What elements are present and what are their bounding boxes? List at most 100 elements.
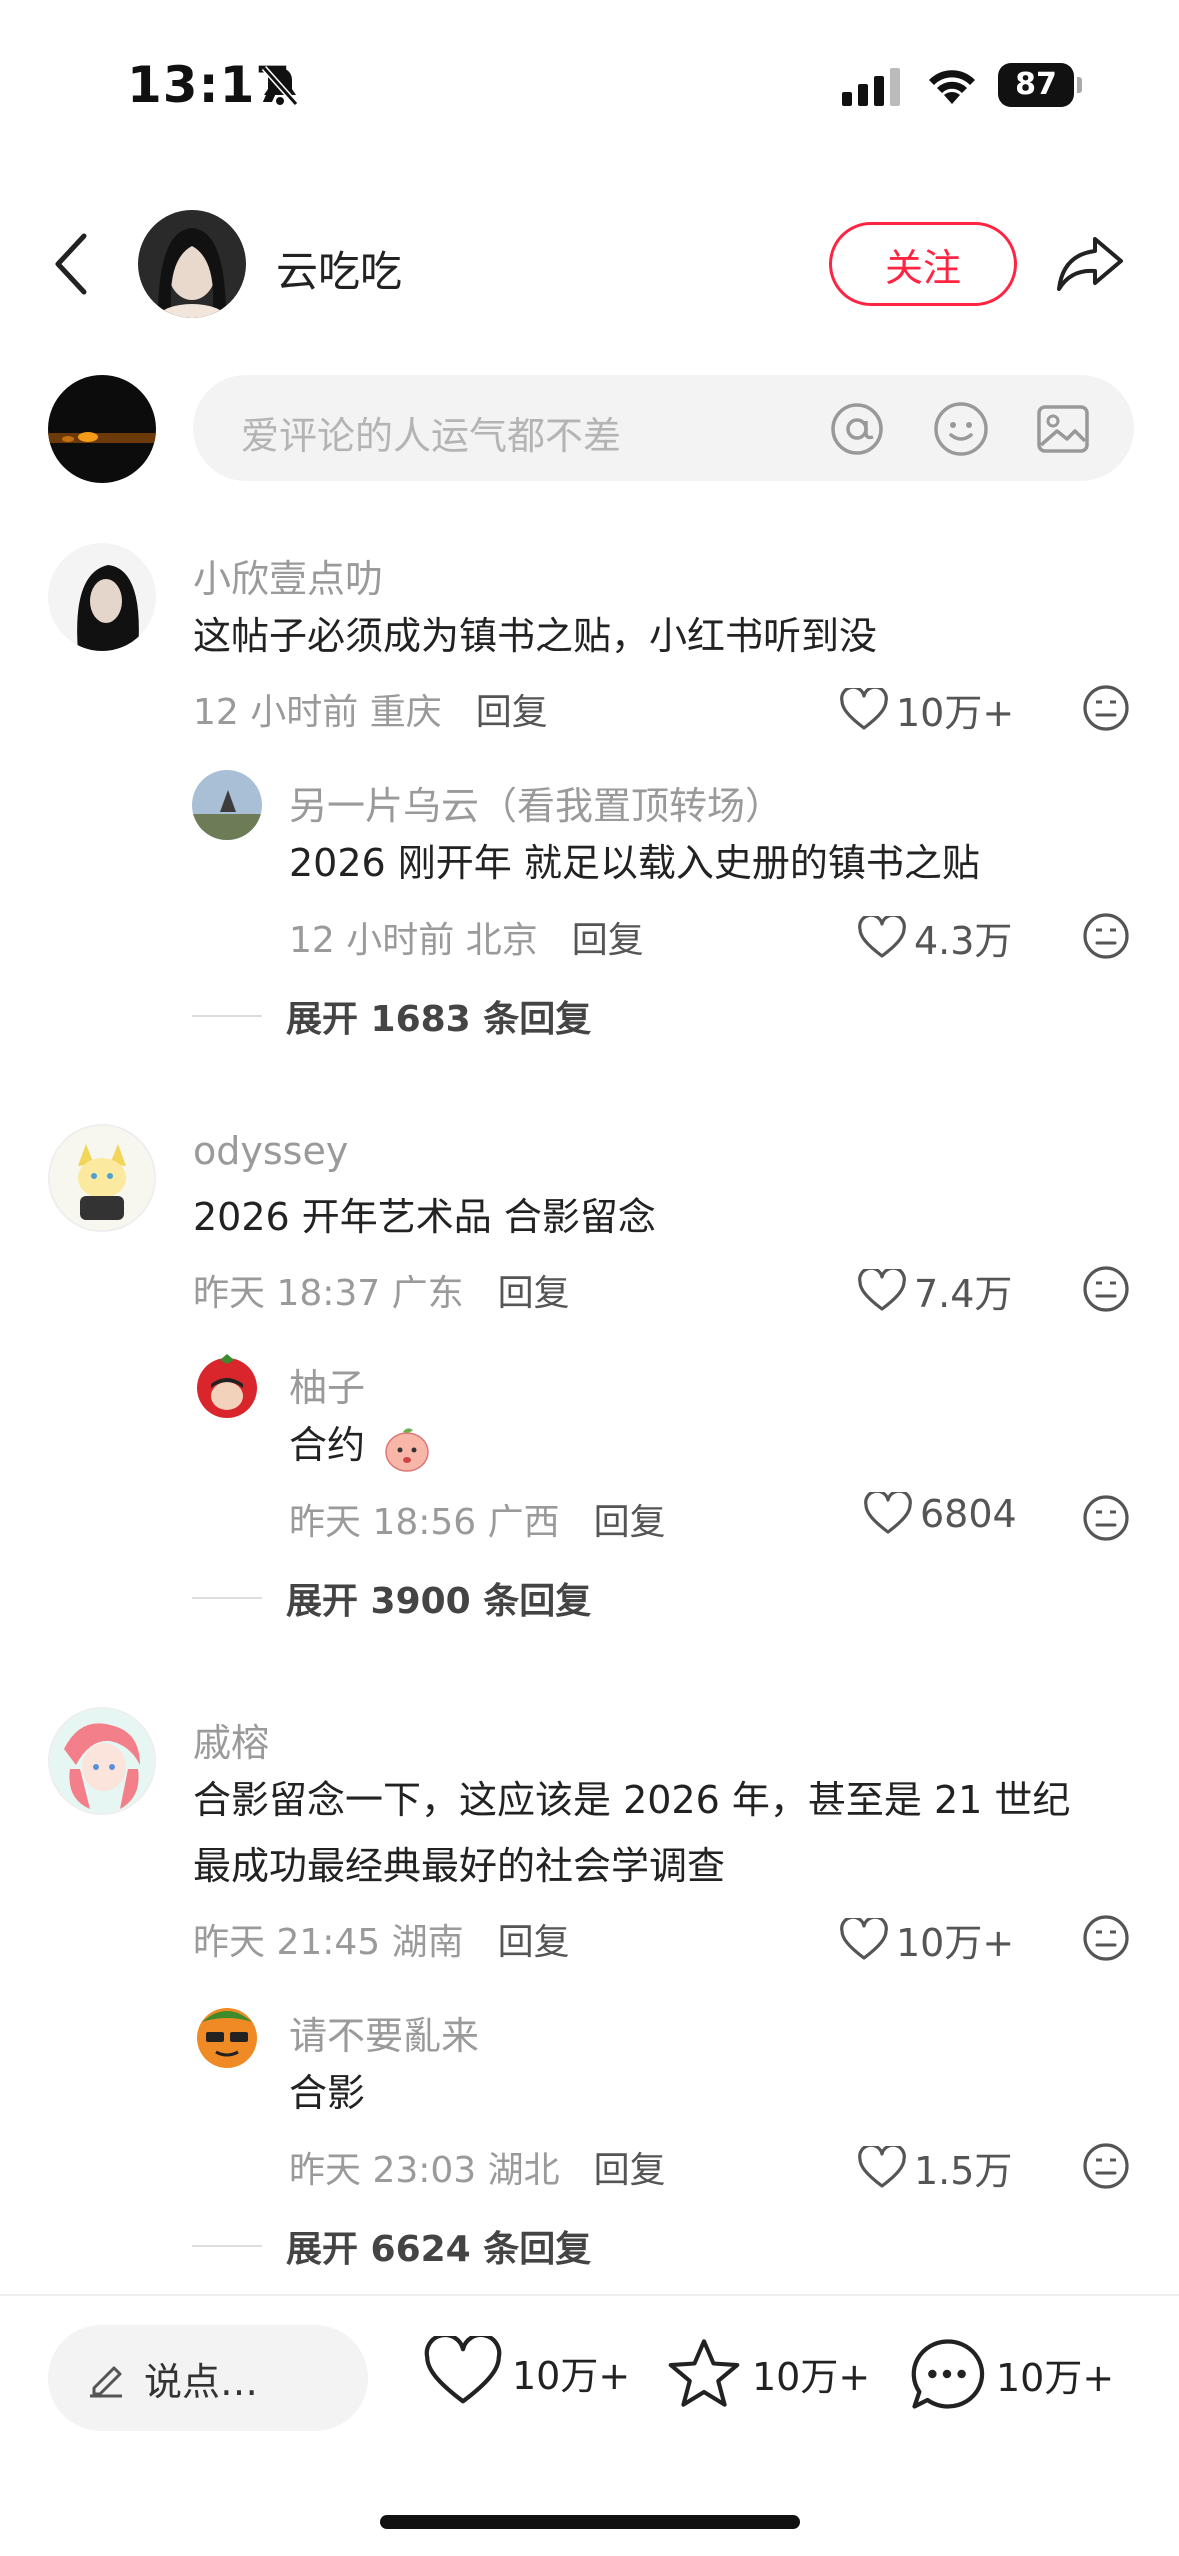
commenter-avatar[interactable] — [48, 1124, 156, 1232]
cellular-signal-icon — [842, 66, 906, 106]
dislike-icon[interactable] — [1082, 912, 1130, 960]
like-count: 4.3万 — [914, 919, 1013, 963]
expand-divider — [192, 1015, 262, 1017]
reply-button[interactable]: 回复 — [476, 692, 548, 733]
dislike-icon[interactable] — [1082, 1265, 1130, 1313]
battery-icon: 87 — [998, 63, 1082, 107]
post-collect-button[interactable]: 10万+ — [666, 2336, 870, 2410]
dislike-icon[interactable] — [1082, 1914, 1130, 1962]
post-like-button[interactable]: 10万+ — [424, 2336, 630, 2408]
author-avatar[interactable] — [138, 210, 246, 318]
reply-button[interactable]: 回复 — [498, 1922, 570, 1963]
expand-replies-label: 展开 6624 条回复 — [286, 2229, 592, 2270]
reply-time-location: 12 小时前 北京 — [289, 920, 538, 961]
back-button[interactable] — [40, 230, 104, 298]
reply-author-name[interactable]: 柚子 — [289, 1357, 365, 1412]
post-comment-button[interactable]: 10万+ — [908, 2336, 1114, 2412]
heart-icon — [840, 1917, 888, 1960]
comment-text: 2026 开年艺术品 合影留念 — [193, 1195, 656, 1239]
like-count: 1.5万 — [914, 2149, 1013, 2193]
reply-text-content: 合约 — [289, 1423, 366, 1467]
commenter-name[interactable]: 戚榕 — [193, 1712, 269, 1767]
pencil-icon — [90, 2366, 122, 2398]
commenter-avatar[interactable] — [48, 1707, 156, 1815]
reply-text: 合约 — [289, 1412, 433, 1478]
bottom-bar-divider — [0, 2294, 1179, 2296]
expand-divider — [192, 2245, 262, 2247]
reply-author-name[interactable]: 请不要亂来 — [289, 2005, 479, 2060]
dislike-icon[interactable] — [1082, 2142, 1130, 2190]
like-button[interactable]: 7.4万 — [858, 1263, 1012, 1318]
reply-meta: 12 小时前 北京 回复 — [289, 911, 644, 963]
like-button[interactable]: 6804 — [864, 1492, 1017, 1536]
reply-button[interactable]: 回复 — [594, 2150, 666, 2191]
reply-author-name[interactable]: 另一片乌云（看我置顶转场） — [289, 775, 783, 830]
reply-avatar[interactable] — [192, 2000, 262, 2070]
emoji-icon[interactable] — [933, 401, 989, 457]
bell-muted-icon — [256, 62, 304, 110]
post-collect-count: 10万+ — [752, 2354, 871, 2399]
comment-meta: 12 小时前 重庆 回复 — [193, 683, 548, 735]
expand-replies-label: 展开 1683 条回复 — [286, 999, 592, 1040]
post-header: 云吃吃 关注 — [0, 200, 1179, 330]
heart-icon — [864, 1492, 912, 1534]
expand-replies-button[interactable]: 展开 3900 条回复 — [192, 1572, 591, 1624]
comment-time-location: 昨天 18:37 广东 — [193, 1273, 464, 1314]
like-button[interactable]: 10万+ — [840, 682, 1014, 737]
expand-divider — [192, 1597, 262, 1599]
heart-icon — [424, 2336, 502, 2404]
post-comment-count: 10万+ — [996, 2355, 1115, 2400]
heart-icon — [858, 915, 906, 958]
reply-avatar[interactable] — [192, 1352, 262, 1422]
comment-meta: 昨天 18:37 广东 回复 — [193, 1264, 570, 1316]
reply-button[interactable]: 回复 — [572, 920, 644, 961]
reply-time-location: 昨天 18:56 广西 — [289, 1502, 560, 1543]
reply-meta: 昨天 18:56 广西 回复 — [289, 1493, 666, 1545]
expand-replies-button[interactable]: 展开 1683 条回复 — [192, 990, 591, 1042]
reply-text: 2026 刚开年 就足以载入史册的镇书之贴 — [289, 841, 980, 885]
dislike-icon[interactable] — [1082, 684, 1130, 732]
reply-button[interactable]: 回复 — [594, 1502, 666, 1543]
like-count: 7.4万 — [914, 1272, 1013, 1316]
post-like-count: 10万+ — [512, 2353, 631, 2398]
comment-time-location: 12 小时前 重庆 — [193, 692, 442, 733]
expand-replies-label: 展开 3900 条回复 — [286, 1581, 592, 1622]
comment-text-line2: 最成功最经典最好的社会学调查 — [193, 1844, 726, 1888]
comment-meta: 昨天 21:45 湖南 回复 — [193, 1913, 570, 1965]
commenter-name[interactable]: 小欣壹点叻 — [193, 548, 383, 603]
like-button[interactable]: 1.5万 — [858, 2140, 1012, 2195]
share-button[interactable] — [1052, 228, 1128, 298]
commenter-avatar[interactable] — [48, 543, 156, 651]
heart-icon — [840, 687, 888, 730]
like-button[interactable]: 4.3万 — [858, 910, 1012, 965]
follow-button[interactable]: 关注 — [829, 222, 1017, 306]
dislike-icon[interactable] — [1082, 1494, 1130, 1542]
share-icon — [1057, 237, 1123, 291]
wifi-icon — [924, 60, 980, 106]
image-icon[interactable] — [1035, 401, 1091, 457]
comment-input[interactable]: 爱评论的人运气都不差 — [193, 375, 1134, 481]
author-name[interactable]: 云吃吃 — [276, 238, 402, 299]
commenter-name[interactable]: odyssey — [193, 1129, 348, 1173]
comment-text: 这帖子必须成为镇书之贴，小红书听到没 — [193, 614, 878, 658]
expand-replies-button[interactable]: 展开 6624 条回复 — [192, 2220, 591, 2272]
battery-level: 87 — [998, 63, 1074, 107]
star-icon — [668, 2339, 740, 2407]
reply-text: 合影 — [289, 2071, 366, 2115]
my-avatar — [48, 375, 156, 483]
like-button[interactable]: 10万+ — [840, 1912, 1014, 1967]
like-count: 10万+ — [896, 1921, 1015, 1965]
comment-text-line1: 合影留念一下，这应该是 2026 年，甚至是 21 世纪 — [193, 1778, 1071, 1822]
chevron-left-icon — [55, 233, 87, 295]
reply-time-location: 昨天 23:03 湖北 — [289, 2150, 560, 2191]
say-something-input[interactable]: 说点… — [48, 2325, 368, 2431]
like-count: 10万+ — [896, 691, 1015, 735]
peach-emoji-icon — [385, 1427, 429, 1472]
reply-button[interactable]: 回复 — [498, 1273, 570, 1314]
home-indicator[interactable] — [380, 2515, 800, 2529]
at-mention-icon[interactable] — [829, 401, 885, 457]
status-bar: 13:17 87 — [0, 0, 1179, 175]
comment-bubble-icon — [911, 2339, 985, 2409]
heart-icon — [858, 2145, 906, 2188]
reply-avatar[interactable] — [192, 770, 262, 840]
